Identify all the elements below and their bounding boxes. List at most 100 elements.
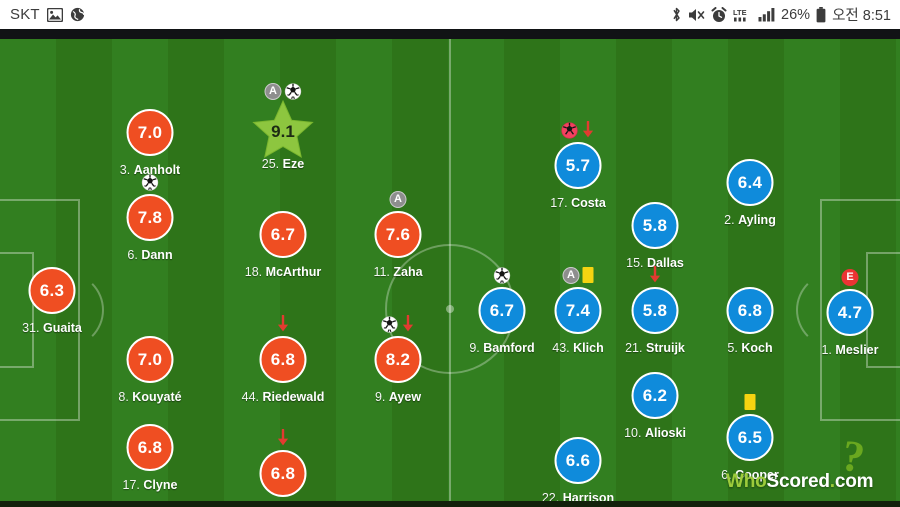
player-rating-wrap: A 7.4	[518, 266, 638, 339]
mute-icon	[688, 7, 705, 23]
player-rating-wrap: 6.6	[518, 437, 638, 489]
player-card[interactable]: 6.8 44. Riedewald	[223, 315, 343, 404]
player-card[interactable]: A 9.1 25. Eze	[223, 82, 343, 171]
player-rating-wrap: 6.8	[223, 315, 343, 388]
carrier-label: SKT	[10, 6, 40, 23]
player-rating-bubble[interactable]: 8.2	[374, 336, 422, 383]
player-card[interactable]: 6.7 18. McArthur	[223, 211, 343, 279]
player-rating-bubble[interactable]: 6.8	[126, 424, 174, 471]
player-rating-bubble[interactable]: 7.0	[126, 109, 174, 156]
goal-ball-icon	[284, 82, 302, 100]
player-number: 5.	[727, 341, 738, 355]
player-number: 8.	[118, 390, 129, 404]
player-surname: Alioski	[644, 426, 686, 440]
player-rating-bubble[interactable]: 6.6	[554, 437, 602, 484]
player-rating-value: 9.1	[271, 121, 295, 141]
player-rating-bubble[interactable]: 6.4	[726, 159, 774, 206]
player-surname: Clyne	[143, 478, 178, 492]
player-surname: Struijk	[645, 341, 685, 355]
player-badges	[276, 427, 290, 449]
player-rating-bubble[interactable]: 7.6	[374, 211, 422, 258]
player-rating-wrap: A 9.1	[223, 82, 343, 158]
player-surname: Ayling	[738, 213, 776, 227]
player-rating-wrap: 7.0	[90, 336, 210, 388]
player-card[interactable]: 6.6 22. Harrison	[518, 437, 638, 505]
player-number: 44.	[241, 390, 260, 404]
player-rating-wrap: 7.8	[90, 173, 210, 246]
player-name-label: 11. Zaha	[338, 265, 458, 279]
goal-ball-icon	[493, 266, 511, 284]
player-surname: Guaita	[42, 321, 82, 335]
player-rating-bubble[interactable]: 7.4	[554, 287, 602, 334]
player-rating-wrap: 6.3	[0, 267, 112, 319]
player-card[interactable]: 7.8 6. Dann	[90, 173, 210, 262]
app-screenshot: SKT LTE 26% 오전 8:51 6.3 31. Guaita 7.0 3…	[0, 0, 900, 507]
player-surname: Koch	[741, 341, 773, 355]
player-rating-wrap: 6.2	[595, 372, 715, 424]
player-card[interactable]: 5.8 15. Dallas	[595, 202, 715, 270]
player-rating-bubble[interactable]: 5.8	[631, 202, 679, 249]
player-rating-bubble[interactable]: 7.8	[126, 194, 174, 241]
player-card[interactable]: 5.7 17. Costa	[518, 121, 638, 210]
sub-off-arrow-icon	[276, 429, 290, 447]
player-rating-bubble[interactable]: 6.8	[726, 287, 774, 334]
player-number: 6.	[127, 248, 138, 262]
lte-icon: LTE	[733, 7, 752, 23]
player-rating-bubble[interactable]: 6.8	[259, 336, 307, 383]
logo-scored: Scored	[766, 471, 830, 492]
player-card[interactable]: 8.2 9. Ayew	[338, 315, 458, 404]
status-bar-right: LTE 26% 오전 8:51	[671, 4, 891, 25]
player-rating-bubble[interactable]: 4.7	[826, 289, 874, 336]
signal-icon	[758, 7, 775, 22]
pitch: 6.3 31. Guaita 7.0 3. Aanholt 7.8 6. Dann 7.0 8…	[0, 39, 900, 507]
player-name-label: 31. Guaita	[0, 321, 112, 335]
goal-icon	[493, 266, 511, 284]
substitution-out-icon	[649, 266, 661, 283]
player-rating-bubble[interactable]: 5.7	[554, 142, 602, 189]
player-card[interactable]: 7.0 8. Kouyaté	[90, 336, 210, 404]
player-rating-wrap: 6.8	[90, 424, 210, 476]
player-rating-bubble[interactable]: 6.7	[259, 211, 307, 258]
bluetooth-icon	[671, 6, 682, 23]
goal-icon	[381, 315, 398, 333]
clock-label: 오전 8:51	[832, 8, 891, 24]
player-rating-bubble[interactable]: 7.0	[126, 336, 174, 383]
player-name-label: 17. Clyne	[90, 478, 210, 492]
player-number: 31.	[22, 321, 40, 335]
player-number: 18.	[244, 265, 263, 279]
player-rating-wrap: 7.0	[90, 109, 210, 161]
yellow-card-icon	[744, 394, 756, 410]
player-card[interactable]: 6.8 17. Clyne	[90, 424, 210, 492]
player-rating-bubble[interactable]: 6.8	[259, 450, 307, 497]
player-rating-wrap: 5.7	[518, 121, 638, 194]
player-card[interactable]: 7.0 3. Aanholt	[90, 109, 210, 177]
player-card[interactable]: 6.2 10. Alioski	[595, 372, 715, 440]
player-number: 17.	[550, 196, 568, 210]
logo-com: com	[834, 471, 874, 492]
player-card[interactable]: A 7.6 11. Zaha	[338, 190, 458, 279]
svg-text:LTE: LTE	[733, 8, 747, 17]
player-card[interactable]: A 7.4 43. Klich	[518, 266, 638, 355]
player-rating-wrap: A 7.6	[338, 190, 458, 263]
player-rating-bubble[interactable]: 5.8	[631, 287, 679, 334]
player-rating-bubble[interactable]: 6.2	[631, 372, 679, 419]
player-rating-wrap: 6.8	[223, 429, 343, 502]
substitution-out-icon	[277, 429, 289, 446]
battery-icon	[816, 6, 826, 23]
substitution-out-icon	[277, 315, 289, 332]
player-surname: Riedewald	[262, 390, 325, 404]
player-badges: E	[841, 266, 859, 288]
player-card[interactable]: 6.3 31. Guaita	[0, 267, 112, 335]
player-rating-bubble[interactable]: 6.3	[28, 267, 76, 314]
player-number: 9.	[374, 390, 386, 404]
substitution-out-icon	[402, 315, 414, 332]
status-bar-left: SKT	[10, 6, 85, 23]
player-card[interactable]: 6.810. Townsend	[223, 429, 343, 507]
player-name-label: 8. Kouyaté	[90, 390, 210, 404]
player-name-label: 9. Ayew	[338, 390, 458, 404]
status-bar: SKT LTE 26% 오전 8:51	[0, 0, 900, 29]
player-rating-wrap: 6.7	[223, 211, 343, 263]
motm-star[interactable]: 9.1	[252, 100, 314, 160]
player-number: 9.	[469, 341, 480, 355]
player-number: 17.	[122, 478, 140, 492]
